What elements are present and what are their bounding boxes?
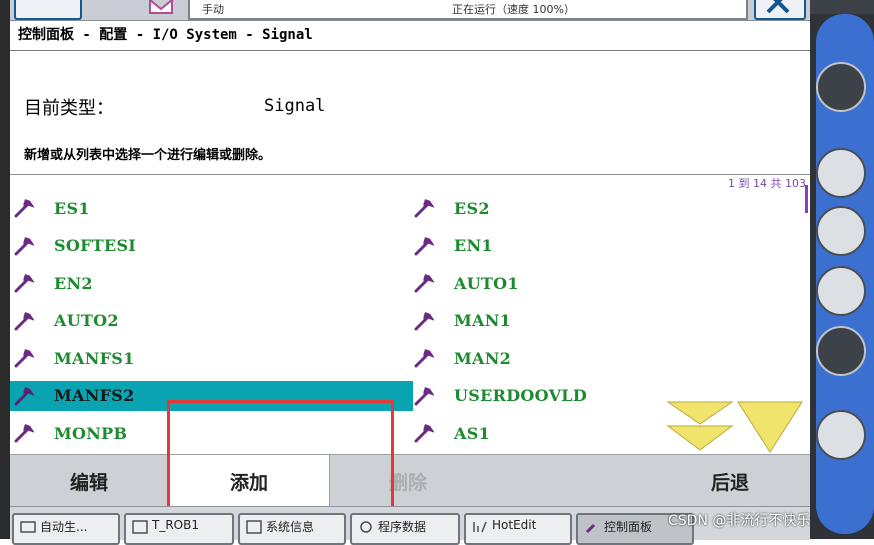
wrench-icon	[585, 523, 596, 534]
status-display: 手动 正在运行（速度 100%）	[188, 0, 748, 20]
program-icon	[132, 520, 148, 534]
signal-item[interactable]: AUTO1	[410, 268, 800, 298]
task-label: 自动生...	[40, 520, 88, 534]
hardware-side-panel	[810, 0, 874, 539]
page-indicator: 1 到 14 共 103	[728, 177, 806, 190]
side-button-axis-icon[interactable]	[816, 266, 866, 316]
signal-name: MAN2	[454, 348, 512, 368]
side-button-dash-icon[interactable]	[816, 326, 866, 376]
side-panel-top	[810, 0, 874, 14]
signal-item[interactable]: MANFS1	[10, 343, 413, 373]
wrench-icon	[14, 386, 34, 405]
page-down-double-icon[interactable]	[666, 401, 734, 451]
hotedit-icon	[473, 521, 487, 533]
scrollbar[interactable]	[805, 185, 808, 213]
task-t-rob1[interactable]: T_ROB1	[124, 513, 234, 545]
signal-name: MAN1	[454, 311, 512, 330]
task-label: 程序数据	[378, 520, 427, 534]
side-button-play-icon[interactable]	[816, 410, 866, 460]
signal-item[interactable]: AUTO2	[10, 306, 413, 336]
wrench-icon	[14, 311, 34, 330]
task-system-info[interactable]: 系统信息	[238, 513, 346, 545]
signal-item[interactable]: ES2	[410, 193, 800, 223]
signal-name: AUTO1	[454, 273, 519, 293]
signal-item[interactable]: MANFS2	[10, 380, 413, 411]
signal-item[interactable]: ES1	[10, 193, 413, 223]
data-icon	[360, 521, 372, 533]
scroll-arrows	[666, 401, 803, 453]
signal-name: MANFS1	[54, 348, 135, 368]
watermark: CSDN @非流行不快乐	[668, 513, 811, 529]
auto-icon	[20, 521, 36, 533]
task-label: T_ROB1	[152, 518, 199, 532]
divider	[10, 50, 810, 51]
wrench-icon	[414, 424, 434, 443]
signal-item[interactable]: MAN2	[410, 343, 800, 373]
flexpendant-window: 手动 正在运行（速度 100%） 控制面板 - 配置 - I/O System …	[10, 0, 810, 545]
signal-item[interactable]: MAN1	[410, 306, 800, 336]
instruction-text: 新增或从列表中选择一个进行编辑或删除。	[24, 148, 272, 163]
signal-name: AS1	[454, 423, 491, 443]
top-status-bar: 手动 正在运行（速度 100%）	[10, 0, 810, 21]
current-type-value: Signal	[264, 96, 326, 116]
wrench-icon	[14, 349, 34, 368]
signal-name: EN1	[454, 236, 493, 255]
wrench-icon	[14, 424, 34, 443]
signal-item[interactable]: SOFTESI	[10, 231, 413, 261]
left-frame-edge	[0, 0, 10, 539]
back-button[interactable]: 后退	[650, 455, 810, 507]
wrench-icon	[414, 349, 434, 368]
signal-name: ES2	[454, 198, 490, 218]
wrench-icon	[414, 199, 434, 218]
add-button[interactable]: 添加	[168, 455, 330, 507]
side-button-mode-icon[interactable]	[816, 206, 866, 256]
task-program-data[interactable]: 程序数据	[350, 513, 460, 545]
signal-name: ES1	[54, 198, 90, 218]
scroll-down-icon[interactable]	[737, 401, 803, 453]
mode-text: 手动	[202, 3, 224, 16]
wrench-icon	[14, 274, 34, 293]
info-icon	[246, 520, 262, 534]
wrench-icon	[414, 274, 434, 293]
signal-item[interactable]: MONPB	[10, 418, 413, 448]
signal-name: EN2	[54, 273, 93, 293]
side-button-1[interactable]	[816, 62, 866, 112]
delete-button[interactable]: 删除	[328, 455, 488, 507]
wrench-icon	[414, 236, 434, 255]
action-toolbar: 编辑 添加 删除 后退	[10, 454, 810, 507]
mail-icon[interactable]	[148, 0, 174, 14]
signal-name: SOFTESI	[54, 236, 137, 255]
wrench-icon	[414, 386, 434, 405]
wrench-icon	[414, 311, 434, 330]
signal-name: MONPB	[54, 423, 128, 443]
abb-menu-button[interactable]	[14, 0, 82, 20]
signal-item[interactable]: EN1	[410, 231, 800, 261]
task-label: 控制面板	[604, 520, 653, 534]
edit-button[interactable]: 编辑	[10, 455, 168, 507]
close-icon	[766, 0, 790, 14]
breadcrumb: 控制面板 - 配置 - I/O System - Signal	[18, 27, 313, 43]
signal-name: MANFS2	[54, 386, 135, 405]
run-state-text: 正在运行（速度 100%）	[452, 3, 575, 16]
task-hotedit[interactable]: HotEdit	[464, 513, 572, 545]
current-type-label: 目前类型：	[24, 98, 114, 119]
task-auto-production[interactable]: 自动生...	[12, 513, 120, 545]
side-button-robot-icon[interactable]	[816, 148, 866, 198]
wrench-icon	[14, 236, 34, 255]
task-label: 系统信息	[266, 520, 315, 534]
signal-name: AUTO2	[54, 311, 119, 330]
wrench-icon	[14, 199, 34, 218]
signal-item[interactable]: EN2	[10, 268, 413, 298]
close-window-button[interactable]	[754, 0, 806, 20]
task-label: HotEdit	[492, 518, 537, 532]
signal-name: USERDOOVLD	[454, 386, 588, 405]
